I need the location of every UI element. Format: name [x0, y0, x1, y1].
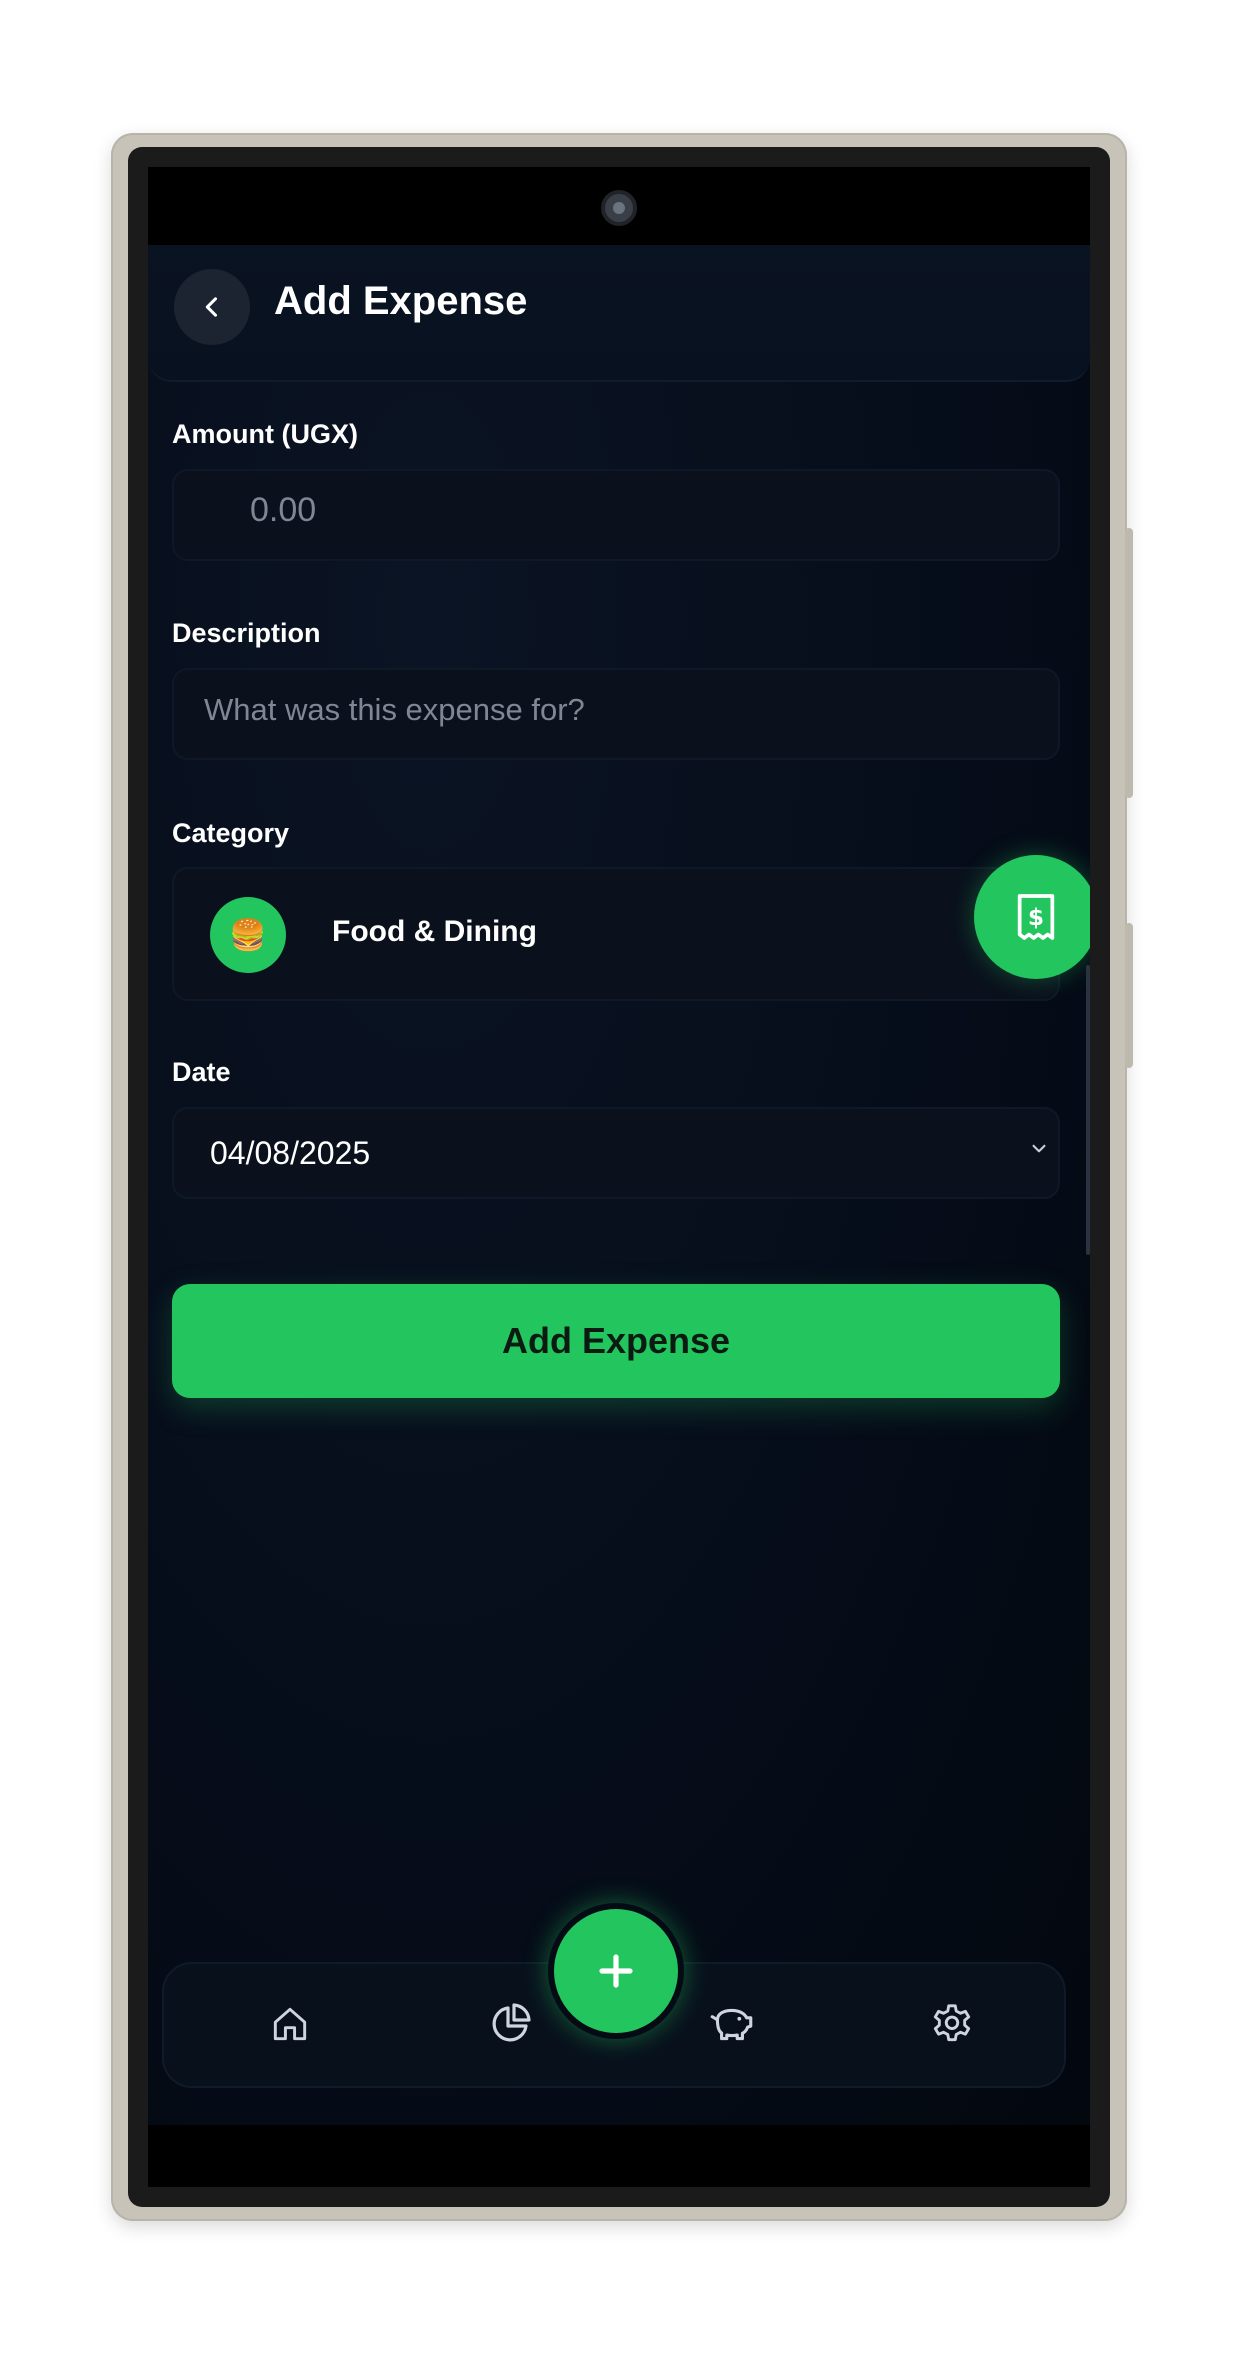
- amount-input[interactable]: 0.00: [172, 469, 1060, 561]
- add-expense-button[interactable]: Add Expense: [172, 1284, 1060, 1398]
- date-picker[interactable]: 04/08/2025: [172, 1107, 1060, 1199]
- settings-icon: [933, 2004, 971, 2042]
- phone-bezel: Add Expense Amount (UGX) 0.00 Descriptio…: [128, 147, 1110, 2207]
- add-button[interactable]: [548, 1903, 684, 2039]
- date-label: Date: [172, 1057, 231, 1087]
- receipt-icon: $: [1017, 894, 1055, 940]
- app-screen: Add Expense Amount (UGX) 0.00 Descriptio…: [148, 245, 1090, 2125]
- nav-savings[interactable]: [700, 1992, 764, 2056]
- status-bar: [148, 167, 1090, 245]
- power-button: [1125, 528, 1133, 798]
- receipt-button[interactable]: $: [974, 855, 1090, 979]
- description-label: Description: [172, 618, 321, 648]
- amount-label: Amount (UGX): [172, 419, 358, 449]
- back-button[interactable]: [174, 269, 250, 345]
- amount-placeholder: 0.00: [250, 491, 317, 529]
- page-title: Add Expense: [274, 279, 528, 323]
- nav-analytics[interactable]: [478, 1992, 542, 2056]
- svg-text:$: $: [1028, 903, 1044, 931]
- pie-chart-icon: [492, 2003, 531, 2042]
- category-label: Category: [172, 818, 290, 848]
- volume-button: [1125, 923, 1133, 1068]
- header: Add Expense: [148, 245, 1090, 382]
- home-icon: [273, 2007, 307, 2041]
- plus-icon: [599, 1954, 633, 1988]
- gesture-bar: [148, 2129, 1090, 2187]
- category-value: Food & Dining: [332, 915, 537, 948]
- camera-icon: [601, 190, 637, 226]
- description-placeholder: What was this expense for?: [204, 692, 585, 727]
- scrollbar[interactable]: [1086, 965, 1090, 1255]
- description-input[interactable]: What was this expense for?: [172, 668, 1060, 760]
- screen: Add Expense Amount (UGX) 0.00 Descriptio…: [148, 167, 1090, 2187]
- nav-settings[interactable]: [920, 1992, 984, 2056]
- phone-frame: Add Expense Amount (UGX) 0.00 Descriptio…: [111, 133, 1133, 2221]
- chevron-down-icon: [1032, 1144, 1046, 1153]
- category-select[interactable]: 🍔 Food & Dining: [172, 867, 1060, 1001]
- nav-home[interactable]: [258, 1992, 322, 2056]
- date-value: 04/08/2025: [210, 1135, 371, 1171]
- chevron-left-icon: [205, 297, 218, 317]
- burger-icon: 🍔: [210, 897, 286, 973]
- piggy-bank-icon: [710, 2008, 753, 2041]
